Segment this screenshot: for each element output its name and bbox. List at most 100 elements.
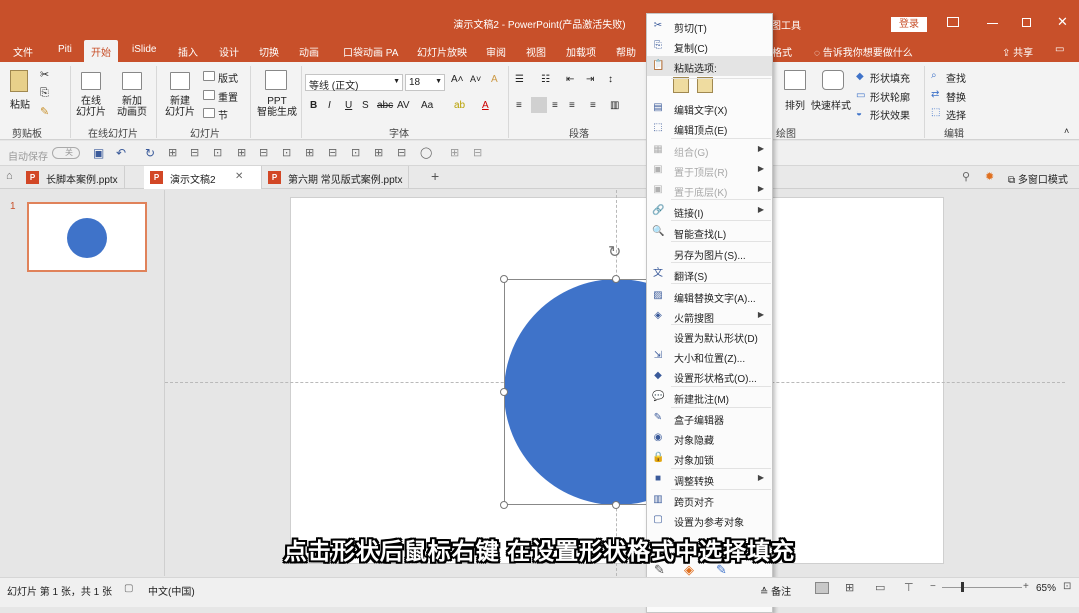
zoom-level[interactable]: 65% [1036, 583, 1056, 594]
qat-tool-icon[interactable]: ⊞ [450, 146, 459, 159]
resize-handle[interactable] [612, 275, 620, 283]
menu-item[interactable]: 🔗 链接(I) ▶ [647, 201, 772, 221]
tab-islide[interactable]: iSlide [132, 44, 156, 55]
language-status[interactable]: 中文(中国) [148, 583, 195, 598]
find-button[interactable]: 查找 [946, 70, 966, 85]
tab-help[interactable]: 帮助 [616, 44, 636, 59]
menu-item[interactable]: ▥ 跨页对齐 [647, 490, 772, 510]
shape-outline-button[interactable]: 形状轮廓 [870, 89, 910, 104]
menu-item[interactable]: ⎘ 复制(C) [647, 36, 772, 56]
menu-item[interactable]: 设置为默认形状(D) [647, 326, 772, 346]
new-tab-icon[interactable]: + [431, 168, 439, 184]
replace-button[interactable]: 替换 [946, 89, 966, 104]
tell-me-search[interactable]: ◌ 告诉我你想要做什么 [814, 44, 913, 59]
qat-tool-icon[interactable]: ⊡ [213, 146, 222, 159]
layout-button[interactable]: 版式 [218, 70, 238, 85]
menu-item[interactable]: ■ 调整转换 ▶ [647, 469, 772, 489]
zoom-slider-thumb[interactable] [961, 582, 964, 592]
qat-tool-icon[interactable]: ⊞ [237, 146, 246, 159]
slide-thumbnail[interactable] [27, 202, 147, 272]
reading-view-icon[interactable]: ▭ [875, 581, 885, 594]
ppt-smart-button[interactable]: PPT 智能生成 [255, 96, 299, 118]
align-center-icon[interactable] [531, 97, 547, 113]
qat-tool-icon[interactable]: ⊞ [168, 146, 177, 159]
doc-tab-3[interactable]: P 第六期 常见版式案例.pptx [262, 166, 410, 189]
section-button[interactable]: 节 [218, 107, 228, 122]
align-left-icon[interactable]: ≡ [516, 100, 522, 111]
paste-button[interactable]: 粘贴 [10, 96, 30, 111]
strikethrough-icon[interactable]: abc [377, 100, 393, 111]
select-button[interactable]: 选择 [946, 107, 966, 122]
columns-icon[interactable]: ▥ [610, 100, 619, 111]
paste-keep-format-icon[interactable] [673, 77, 689, 93]
arrange-button[interactable]: 排列 [785, 97, 805, 112]
grow-font-icon[interactable]: A˄ [451, 74, 464, 85]
close-icon[interactable]: ✕ [1057, 14, 1068, 30]
slideshow-icon[interactable]: ⊤ [904, 581, 914, 594]
tab-addins[interactable]: 加载项 [566, 44, 596, 59]
zoom-out-icon[interactable]: − [930, 581, 936, 592]
resize-handle[interactable] [500, 388, 508, 396]
font-size-select[interactable]: 18 ▼ [405, 74, 445, 91]
redo-icon[interactable]: ↻ [145, 146, 155, 160]
collapse-ribbon-icon[interactable]: ˄ [1064, 126, 1069, 136]
new-anim-page-button[interactable]: 新加 动画页 [114, 96, 150, 118]
tab-piti[interactable]: Piti [58, 44, 72, 55]
menu-item[interactable]: ◆ 设置形状格式(O)... [647, 366, 772, 386]
menu-item[interactable]: ▨ 编辑替换文字(A)... [647, 286, 772, 306]
doc-tab-1[interactable]: P 长脚本案例.pptx [20, 166, 125, 189]
decrease-indent-icon[interactable]: ⇤ [566, 74, 574, 85]
menu-item[interactable]: ✎ 盒子编辑器 [647, 408, 772, 428]
tab-home[interactable]: 开始 [84, 40, 118, 62]
clear-format-icon[interactable]: A [491, 74, 498, 85]
new-slide-button[interactable]: 新建 幻灯片 [162, 96, 198, 118]
menu-item[interactable]: 💬 新建批注(M) [647, 387, 772, 407]
distribute-icon[interactable]: ≡ [590, 100, 596, 111]
menu-item[interactable]: ▢ 设置为参考对象 [647, 510, 772, 530]
increase-indent-icon[interactable]: ⇥ [586, 74, 594, 85]
autosave-toggle[interactable]: 关 [52, 147, 80, 159]
resize-handle[interactable] [500, 275, 508, 283]
tab-file[interactable]: 文件 [13, 44, 33, 59]
font-color-icon[interactable]: A [482, 100, 489, 111]
paste-icon[interactable] [10, 70, 28, 92]
menu-item[interactable]: 🔒 对象加锁 [647, 448, 772, 468]
tab-slideshow[interactable]: 幻灯片放映 [417, 44, 467, 59]
qat-tool-icon[interactable]: ⊟ [397, 146, 406, 159]
zoom-slider[interactable] [942, 587, 1022, 588]
rotate-handle-icon[interactable]: ↻ [608, 242, 621, 262]
bullets-icon[interactable]: ☰ [515, 74, 524, 85]
restore-icon[interactable] [1022, 18, 1031, 27]
share-button[interactable]: ⇪ 共享 [1002, 44, 1033, 59]
tab-transitions[interactable]: 切换 [259, 44, 279, 59]
minimize-icon[interactable] [987, 23, 998, 24]
normal-view-icon[interactable] [815, 582, 829, 594]
settings-icon[interactable]: ✹ [985, 170, 994, 183]
cut-icon[interactable]: ✂ [40, 68, 49, 81]
tab-format[interactable]: 格式 [772, 44, 792, 59]
tab-design[interactable]: 设计 [219, 44, 239, 59]
tab-animations[interactable]: 动画 [299, 44, 319, 59]
tab-review[interactable]: 审阅 [486, 44, 506, 59]
reset-button[interactable]: 重置 [218, 89, 238, 104]
char-spacing-icon[interactable]: AV [397, 100, 410, 111]
tab-insert[interactable]: 插入 [178, 44, 198, 59]
menu-item[interactable]: ⇲ 大小和位置(Z)... [647, 346, 772, 366]
menu-item[interactable]: 📋 粘贴选项: [647, 56, 772, 76]
resize-handle[interactable] [500, 501, 508, 509]
quick-styles-button[interactable]: 快速样式 [811, 97, 851, 112]
undo-icon[interactable]: ↶ [116, 146, 126, 160]
tab-view[interactable]: 视图 [526, 44, 546, 59]
fit-to-window-icon[interactable]: ⊡ [1063, 581, 1071, 592]
multi-window-button[interactable]: ⧉ 多窗口模式 [1008, 171, 1068, 186]
resize-handle[interactable] [612, 501, 620, 509]
menu-item[interactable]: ▤ 编辑文字(X) [647, 98, 772, 118]
menu-item[interactable]: ⬚ 编辑顶点(E) [647, 118, 772, 138]
shadow-icon[interactable]: S [362, 100, 369, 111]
shape-fill-button[interactable]: 形状填充 [870, 70, 910, 85]
shape-effects-button[interactable]: 形状效果 [870, 107, 910, 122]
doc-tab-2-active[interactable]: P 演示文稿2 ✕ [144, 166, 262, 189]
zoom-in-icon[interactable]: + [1023, 581, 1029, 592]
home-icon[interactable]: ⌂ [6, 170, 13, 182]
qat-tool-icon[interactable]: ⊟ [190, 146, 199, 159]
